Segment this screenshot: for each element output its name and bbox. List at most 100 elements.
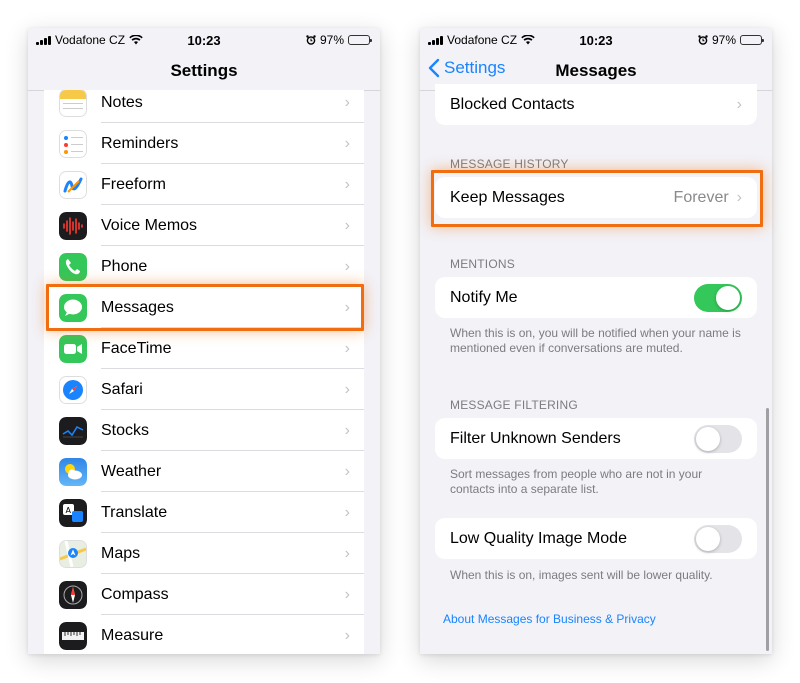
settings-list: Notes › Reminders › Freeform › Voice Memos › Pho…: [44, 90, 364, 654]
toggle-knob: [696, 526, 720, 551]
battery-icon: [740, 35, 764, 45]
chevron-right-icon: ›: [736, 188, 742, 206]
back-button[interactable]: Settings: [428, 58, 505, 78]
sidebar-item-freeform[interactable]: Freeform ›: [44, 164, 364, 205]
low-quality-label: Low Quality Image Mode: [450, 529, 627, 547]
chevron-right-icon: ›: [344, 175, 350, 193]
alarm-icon: [698, 35, 708, 45]
status-bar: Vodafone CZ 10:23 97%: [420, 28, 772, 52]
chevron-right-icon: ›: [344, 93, 350, 111]
sidebar-item-weather[interactable]: Weather ›: [44, 451, 364, 492]
reminders-icon: [59, 129, 87, 158]
maps-icon: [59, 539, 87, 568]
low-quality-row: Low Quality Image Mode: [435, 518, 757, 559]
settings-item-label: Stocks: [101, 421, 150, 439]
blocked-contacts-label: Blocked Contacts: [450, 95, 575, 113]
page-title: Settings: [170, 61, 238, 80]
low-quality-footnote: When this is on, images sent will be low…: [450, 568, 713, 582]
filter-unknown-label: Filter Unknown Senders: [450, 429, 621, 447]
alarm-icon: [306, 35, 316, 45]
page-title: Messages: [555, 61, 637, 80]
settings-item-label: Maps: [101, 544, 141, 562]
filter-unknown-footnote: Sort messages from people who are not in…: [450, 467, 703, 496]
message-history-header: MESSAGE HISTORY: [450, 157, 569, 171]
facetime-icon: [59, 334, 87, 363]
message-filtering-header: MESSAGE FILTERING: [450, 398, 578, 412]
phone-icon: [59, 252, 87, 281]
settings-item-label: Phone: [101, 257, 148, 275]
translate-icon: A: [59, 498, 87, 527]
sidebar-item-voice-memos[interactable]: Voice Memos ›: [44, 205, 364, 246]
notes-icon: [59, 90, 87, 117]
about-business-privacy-link[interactable]: About Messages for Business & Privacy: [443, 612, 656, 626]
battery-percent: 97%: [711, 33, 736, 47]
notify-me-footnote: When this is on, you will be notified wh…: [450, 326, 741, 355]
sidebar-item-phone[interactable]: Phone ›: [44, 246, 364, 287]
filter-unknown-row: Filter Unknown Senders: [435, 418, 757, 459]
settings-item-label: Translate: [101, 503, 168, 521]
battery-icon: [348, 35, 372, 45]
sidebar-item-safari[interactable]: Safari ›: [44, 369, 364, 410]
toggle-knob: [696, 426, 720, 451]
sidebar-item-facetime[interactable]: FaceTime ›: [44, 328, 364, 369]
notify-me-toggle[interactable]: [694, 283, 742, 312]
chevron-right-icon: ›: [344, 380, 350, 398]
status-bar: Vodafone CZ 10:23 97%: [28, 28, 380, 52]
settings-screen: Vodafone CZ 10:23 97% Settings Notes › Rem…: [28, 28, 380, 654]
freeform-icon: [59, 170, 87, 199]
weather-icon: [59, 457, 87, 486]
chevron-right-icon: ›: [344, 134, 350, 152]
chevron-right-icon: ›: [344, 298, 350, 316]
toggle-knob: [716, 285, 740, 310]
settings-item-label: Safari: [101, 380, 143, 398]
settings-item-label: Reminders: [101, 134, 179, 152]
chevron-right-icon: ›: [344, 585, 350, 603]
sidebar-item-maps[interactable]: Maps ›: [44, 533, 364, 574]
chevron-right-icon: ›: [344, 544, 350, 562]
chevron-right-icon: ›: [344, 462, 350, 480]
sidebar-item-reminders[interactable]: Reminders ›: [44, 123, 364, 164]
messages-settings-screen: Vodafone CZ 10:23 97% Settings Messages …: [420, 28, 772, 654]
chevron-right-icon: ›: [344, 503, 350, 521]
chevron-right-icon: ›: [344, 421, 350, 439]
settings-item-label: Weather: [101, 462, 162, 480]
keep-messages-label: Keep Messages: [450, 188, 565, 206]
settings-item-label: Notes: [101, 93, 143, 111]
settings-item-label: Messages: [101, 298, 174, 316]
settings-item-label: FaceTime: [101, 339, 172, 357]
compass-icon: [59, 580, 87, 609]
safari-icon: [59, 375, 87, 404]
keep-messages-row[interactable]: Keep Messages Forever ›: [435, 177, 757, 218]
chevron-right-icon: ›: [344, 216, 350, 234]
chevron-left-icon: [428, 58, 440, 78]
voice-memos-icon: [59, 211, 87, 240]
chevron-right-icon: ›: [344, 626, 350, 644]
messages-icon: [59, 293, 87, 322]
nav-bar: Settings: [28, 52, 380, 90]
settings-item-label: Measure: [101, 626, 164, 644]
sidebar-item-measure[interactable]: Measure ›: [44, 615, 364, 654]
svg-text:A: A: [66, 506, 72, 515]
battery-percent: 97%: [319, 33, 344, 47]
chevron-right-icon: ›: [344, 257, 350, 275]
settings-item-label: Compass: [101, 585, 169, 603]
mentions-header: MENTIONS: [450, 257, 515, 271]
filter-unknown-toggle[interactable]: [694, 424, 742, 453]
low-quality-toggle[interactable]: [694, 524, 742, 553]
scrollbar[interactable]: [766, 408, 769, 651]
sidebar-item-translate[interactable]: A Translate ›: [44, 492, 364, 533]
chevron-right-icon: ›: [344, 339, 350, 357]
chevron-right-icon: ›: [736, 95, 742, 113]
notify-me-row: Notify Me: [435, 277, 757, 318]
sidebar-item-compass[interactable]: Compass ›: [44, 574, 364, 615]
stocks-icon: [59, 416, 87, 445]
measure-icon: [59, 621, 87, 650]
sidebar-item-stocks[interactable]: Stocks ›: [44, 410, 364, 451]
back-button-label: Settings: [444, 58, 506, 77]
blocked-contacts-row[interactable]: Blocked Contacts ›: [435, 84, 757, 125]
sidebar-item-messages[interactable]: Messages ›: [44, 287, 364, 328]
notify-me-label: Notify Me: [450, 288, 518, 306]
sidebar-item-notes[interactable]: Notes ›: [44, 90, 364, 123]
settings-item-label: Voice Memos: [101, 216, 198, 234]
settings-item-label: Freeform: [101, 175, 166, 193]
